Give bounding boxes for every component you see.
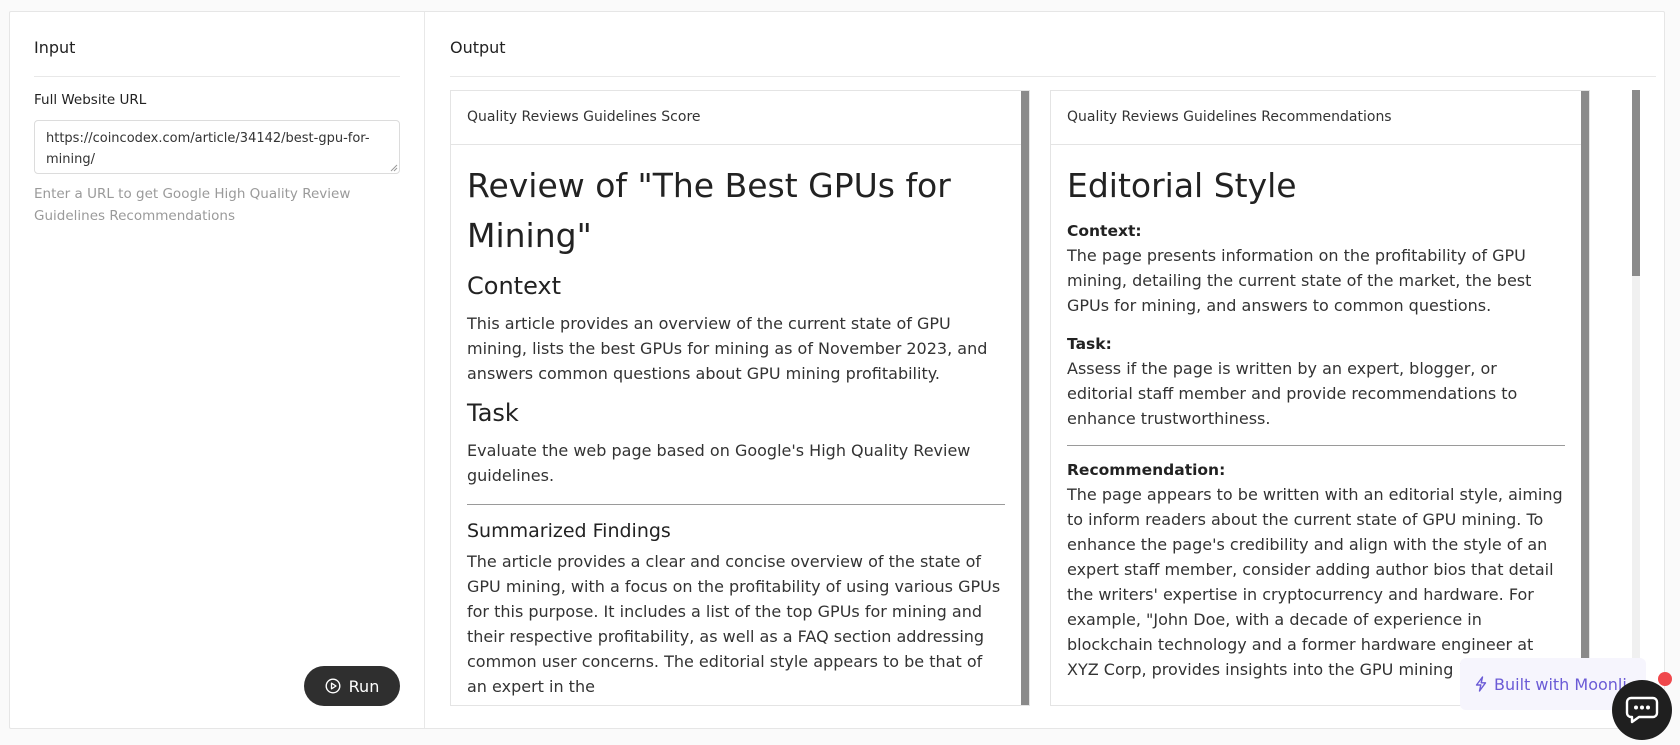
recommendations-card: Quality Reviews Guidelines Recommendatio… — [1050, 90, 1590, 706]
rec-task-text: Assess if the page is written by an expe… — [1067, 359, 1518, 428]
recommendations-card-header: Quality Reviews Guidelines Recommendatio… — [1051, 91, 1581, 145]
run-button-label: Run — [348, 676, 380, 696]
review-heading: Review of "The Best GPUs for Mining" — [467, 166, 951, 255]
output-divider — [450, 76, 1656, 77]
notification-dot — [1658, 672, 1672, 686]
resize-grip-icon[interactable] — [390, 164, 398, 172]
findings-text: The article provides a clear and concise… — [467, 552, 1001, 696]
score-card-body: Review of "The Best GPUs for Mining" Con… — [451, 145, 1021, 699]
input-panel: Input Full Website URL Enter a URL to ge… — [10, 12, 425, 728]
score-card: Quality Reviews Guidelines Score Review … — [450, 90, 1030, 706]
rec-context-text: The page presents information on the pro… — [1067, 246, 1532, 315]
run-button[interactable]: Run — [304, 666, 400, 706]
recommendations-card-scrollbar[interactable] — [1581, 91, 1589, 705]
output-panel-title: Output — [450, 38, 506, 57]
rec-divider — [1067, 445, 1565, 446]
chat-button[interactable] — [1612, 680, 1672, 740]
findings-heading: Summarized Findings — [467, 520, 671, 542]
recommendations-card-content[interactable]: Quality Reviews Guidelines Recommendatio… — [1051, 91, 1581, 705]
recommendation-label: Recommendation: — [1067, 461, 1226, 479]
score-card-content[interactable]: Quality Reviews Guidelines Score Review … — [451, 91, 1021, 705]
context-text: This article provides an overview of the… — [467, 314, 988, 383]
score-card-scrollbar[interactable] — [1021, 91, 1029, 705]
task-heading: Task — [467, 399, 519, 427]
app-window: Input Full Website URL Enter a URL to ge… — [9, 11, 1665, 729]
recommendation-text: The page appears to be written with an e… — [1067, 485, 1563, 679]
output-scrollbar-track[interactable] — [1632, 90, 1640, 706]
lightning-icon — [1475, 676, 1487, 692]
url-helper-text: Enter a URL to get Google High Quality R… — [34, 186, 351, 224]
input-panel-title: Input — [34, 38, 76, 57]
findings-divider — [467, 504, 1005, 505]
score-card-header: Quality Reviews Guidelines Score — [451, 91, 1021, 145]
editorial-style-heading: Editorial Style — [1067, 166, 1297, 205]
output-scrollbar-thumb[interactable] — [1632, 90, 1640, 276]
chat-bubble-icon — [1625, 696, 1659, 724]
play-circle-icon — [325, 678, 341, 694]
built-with-label: Built with Moonli — [1494, 674, 1627, 694]
context-heading: Context — [467, 272, 562, 300]
recommendations-card-body: Editorial Style Context: The page presen… — [1051, 145, 1581, 682]
rec-context-label: Context: — [1067, 222, 1142, 240]
input-divider — [34, 76, 400, 77]
output-panel: Output Quality Reviews Guidelines Score … — [426, 12, 1664, 728]
task-text: Evaluate the web page based on Google's … — [467, 441, 971, 485]
url-field-label: Full Website URL — [34, 92, 147, 108]
rec-task-label: Task: — [1067, 335, 1112, 353]
url-input[interactable] — [34, 120, 400, 174]
